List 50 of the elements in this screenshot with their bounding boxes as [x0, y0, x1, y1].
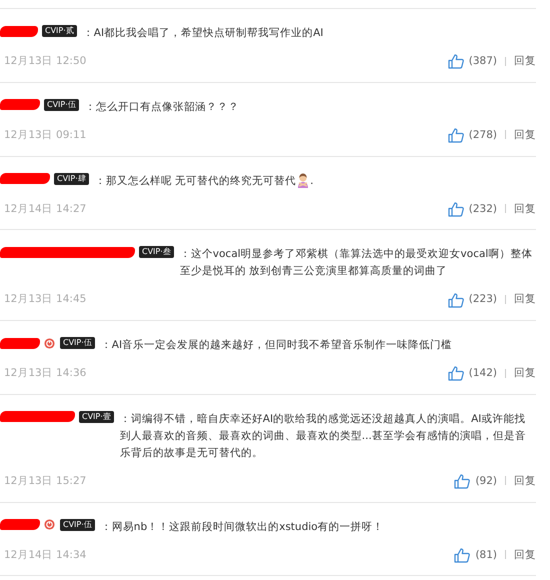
comment-text: ：这个vocal明显参考了邓紫棋（靠算法选中的最受欢迎女vocal啊）整体至少是悦耳的 放到创青三公竞演里都算高质量的词曲了 — [180, 248, 532, 278]
like-count: (92) — [475, 474, 497, 489]
vip-badge: CVIP·壹 — [79, 410, 114, 423]
reply-link[interactable]: 回复 — [514, 128, 536, 144]
like-count: (223) — [468, 292, 497, 308]
comment-text: ：网易nb！！这跟前段时间微软出的xstudio有的一拼呀！ — [100, 520, 384, 532]
comment-date: 12月14日 14:27 — [4, 202, 86, 216]
comment-text: ：怎么开口有点像张韶涵？？？ — [84, 100, 239, 113]
divider — [505, 368, 506, 378]
divider — [505, 476, 506, 486]
thumbs-up-icon[interactable] — [448, 128, 464, 144]
thumbs-up-icon[interactable] — [454, 474, 470, 490]
like-count: (232) — [468, 202, 497, 216]
like-count: (387) — [468, 54, 497, 69]
comment-text: ：词编得不错，暗自庆幸还好AI的歌给我的感觉远还没超越真人的演唱。AI或许能找到人最喜欢的音频、最喜欢的词曲、最喜欢的类型...甚至学会有感情的演唱，但是音乐背后的故事是无可替代的。 — [120, 412, 526, 459]
divider — [505, 130, 506, 140]
comment-date: 12月13日 15:27 — [4, 474, 86, 489]
comment-date: 12月13日 12:50 — [4, 54, 86, 69]
reply-link[interactable]: 回复 — [514, 292, 536, 308]
vip-badge: CVIP·贰 — [42, 25, 77, 37]
thumbs-up-icon[interactable] — [448, 292, 464, 308]
reply-link[interactable]: 回复 — [514, 202, 536, 218]
comment-text: ：那又怎么样呢 无可替代的终究无可替代 — [94, 174, 296, 186]
comment-date: 12月13日 14:36 — [4, 366, 86, 381]
reply-link[interactable]: 回复 — [514, 548, 536, 564]
vip-badge: CVIP·叁 — [139, 246, 174, 258]
thumbs-up-icon[interactable] — [448, 202, 464, 217]
thumbs-up-icon[interactable] — [454, 548, 470, 563]
vip-badge: CVIP·肆 — [54, 172, 89, 184]
like-count: (81) — [475, 548, 497, 562]
thumbs-up-icon[interactable] — [448, 54, 464, 70]
vip-badge: CVIP·伍 — [44, 98, 79, 111]
divider — [505, 550, 506, 560]
comment-date: 12月13日 09:11 — [4, 128, 86, 143]
comment-date: 12月13日 14:45 — [4, 292, 86, 308]
reply-link[interactable]: 回复 — [514, 474, 536, 490]
like-count: (278) — [468, 128, 497, 143]
comment-text: ：AI都比我会唱了，希望快点研制帮我写作业的AI — [82, 27, 324, 39]
like-count: (142) — [468, 366, 497, 381]
reply-link[interactable]: 回复 — [514, 366, 536, 382]
thumbs-up-icon[interactable] — [448, 366, 464, 382]
vip-badge: CVIP·伍 — [60, 518, 95, 530]
vip-badge: CVIP·伍 — [60, 337, 95, 349]
reply-link[interactable]: 回复 — [514, 54, 536, 70]
divider — [505, 294, 506, 304]
comment-date: 12月14日 14:34 — [4, 548, 86, 562]
divider — [505, 56, 506, 66]
comment-text: ：AI音乐一定会发展的越来越好，但同时我不希望音乐制作一味降低门槛 — [100, 339, 452, 351]
comment-text-end: . — [310, 174, 314, 186]
divider — [505, 204, 506, 214]
